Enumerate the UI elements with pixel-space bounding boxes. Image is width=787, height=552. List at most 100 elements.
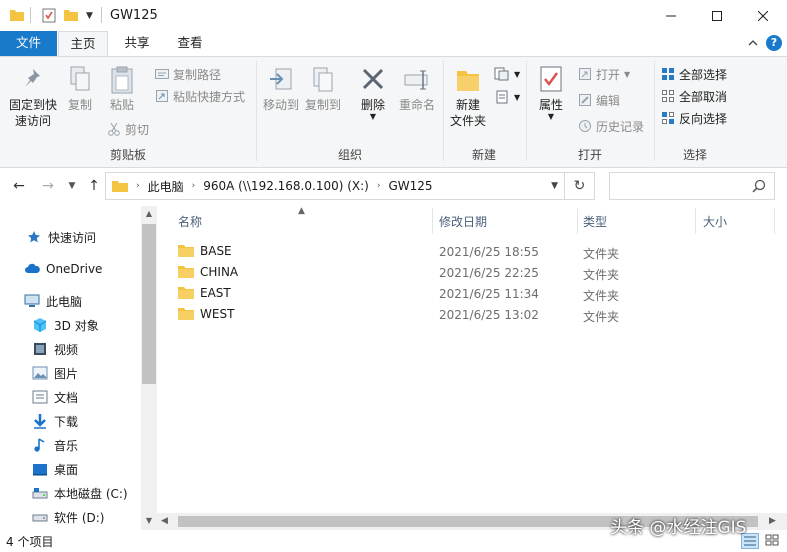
paste-label: 粘贴 xyxy=(109,98,134,112)
breadcrumb-separator-icon[interactable]: › xyxy=(136,181,140,191)
maximize-button[interactable] xyxy=(694,0,740,31)
minimize-button[interactable] xyxy=(648,0,694,31)
open-group-label: 打开 xyxy=(577,148,602,162)
back-arrow-icon[interactable]: ← xyxy=(11,178,27,194)
tab-home[interactable]: 主页 xyxy=(58,31,108,57)
tab-view[interactable]: 查看 xyxy=(165,31,215,56)
breadcrumb-this-pc[interactable]: 此电脑 xyxy=(148,178,184,195)
breadcrumb-current-folder[interactable]: GW125 xyxy=(388,179,432,193)
scroll-down-arrow-icon[interactable]: ▼ xyxy=(141,513,157,529)
picture-icon xyxy=(32,365,48,381)
download-icon xyxy=(32,413,48,429)
navigation-bar: ← → ▼ ↑ › 此电脑 › 960A (\\192.168.0.100) (… xyxy=(0,168,787,206)
delete-button[interactable]: 删除 ▼ xyxy=(355,63,391,121)
refresh-button[interactable]: ↻ xyxy=(565,172,595,200)
paste-icon xyxy=(111,66,133,94)
select-all-button[interactable]: 全部选择 xyxy=(661,65,727,83)
close-button[interactable] xyxy=(740,0,786,31)
new-item-button[interactable]: ▼ xyxy=(494,65,520,83)
breadcrumb-separator-icon[interactable]: › xyxy=(377,181,381,191)
title-bar: ▼ GW125 xyxy=(0,0,787,31)
copy-path-label: 复制路径 xyxy=(173,67,222,82)
tab-share[interactable]: 共享 xyxy=(112,31,162,56)
nav-pane-scrollbar[interactable]: ▲ ▼ xyxy=(141,206,157,530)
file-list: ▲ 名称 修改日期 类型 大小 BASE 2021/6/25 18:55 文件夹… xyxy=(157,206,787,530)
nav-item-this-pc[interactable]: 此电脑 xyxy=(24,290,82,312)
address-dropdown-chevron-icon[interactable]: ▼ xyxy=(551,181,558,191)
column-header-size[interactable]: 大小 xyxy=(697,206,777,236)
new-folder-quick-access-icon[interactable] xyxy=(64,8,78,22)
file-row[interactable]: WEST 2021/6/25 13:02 文件夹 xyxy=(172,305,632,326)
scroll-right-arrow-icon[interactable]: ▶ xyxy=(769,516,776,526)
scroll-left-arrow-icon[interactable]: ◀ xyxy=(161,516,168,526)
file-type: 文件夹 xyxy=(583,247,620,261)
address-bar[interactable]: › 此电脑 › 960A (\\192.168.0.100) (X:) › GW… xyxy=(105,172,565,200)
nav-item-local-disk-c[interactable]: 本地磁盘 (C:) xyxy=(32,482,128,504)
nav-item-videos[interactable]: 视频 xyxy=(32,338,78,360)
history-button[interactable]: 历史记录 xyxy=(578,117,644,135)
paste-shortcut-button[interactable]: 粘贴快捷方式 xyxy=(155,87,245,105)
column-header-type[interactable]: 类型 xyxy=(577,206,695,236)
delete-dropdown-icon[interactable]: ▼ xyxy=(355,113,391,121)
new-item-icon xyxy=(494,67,509,81)
file-date: 2021/6/25 11:34 xyxy=(439,287,539,301)
nav-item-label: OneDrive xyxy=(46,262,103,276)
properties-button[interactable]: 属性 ▼ xyxy=(531,63,571,121)
search-icon xyxy=(752,179,766,193)
pin-to-quick-access-button[interactable]: 固定到快 速访问 xyxy=(6,63,60,129)
up-arrow-icon[interactable]: ↑ xyxy=(86,178,102,194)
properties-dropdown-icon[interactable]: ▼ xyxy=(531,113,571,121)
file-name: CHINA xyxy=(200,265,239,279)
edit-button[interactable]: 编辑 xyxy=(578,91,620,109)
column-divider[interactable] xyxy=(774,208,775,234)
large-icons-view-button[interactable] xyxy=(764,533,782,549)
paste-button[interactable]: 粘贴 xyxy=(103,63,141,113)
rename-button[interactable]: 重命名 xyxy=(395,63,439,113)
file-row[interactable]: CHINA 2021/6/25 22:25 文件夹 xyxy=(172,263,632,284)
document-icon xyxy=(32,389,48,405)
collapse-ribbon-icon[interactable] xyxy=(747,37,759,49)
column-header-date-modified[interactable]: 修改日期 xyxy=(433,206,577,236)
file-row[interactable]: BASE 2021/6/25 18:55 文件夹 xyxy=(172,242,632,263)
pin-icon xyxy=(25,69,40,87)
nav-item-3d-objects[interactable]: 3D 对象 xyxy=(32,314,99,336)
select-none-button[interactable]: 全部取消 xyxy=(661,87,727,105)
scrollbar-thumb[interactable] xyxy=(142,224,156,384)
select-all-icon xyxy=(662,68,674,80)
tab-file[interactable]: 文件 xyxy=(0,31,57,56)
copy-to-button[interactable]: 复制到 xyxy=(303,63,343,113)
properties-icon xyxy=(540,66,562,92)
nav-item-desktop[interactable]: 桌面 xyxy=(32,458,78,480)
search-input[interactable] xyxy=(609,172,775,200)
forward-arrow-icon[interactable]: → xyxy=(40,178,56,194)
file-name: BASE xyxy=(200,244,232,258)
breadcrumb-separator-icon[interactable]: › xyxy=(192,181,196,191)
cut-button[interactable]: 剪切 xyxy=(107,120,149,138)
clipboard-group-label: 剪贴板 xyxy=(109,148,146,162)
nav-item-onedrive[interactable]: OneDrive xyxy=(24,258,102,280)
invert-selection-button[interactable]: 反向选择 xyxy=(661,109,727,127)
nav-item-software-d[interactable]: 软件 (D:) xyxy=(32,506,104,528)
nav-item-documents[interactable]: 文档 xyxy=(32,386,78,408)
column-divider[interactable] xyxy=(695,208,696,234)
nav-item-pictures[interactable]: 图片 xyxy=(32,362,78,384)
copy-path-button[interactable]: 复制路径 xyxy=(155,65,221,83)
properties-quick-access-icon[interactable] xyxy=(42,7,56,23)
open-button[interactable]: 打开 ▼ xyxy=(578,65,630,83)
folder-icon xyxy=(178,308,194,320)
move-to-button[interactable]: 移动到 xyxy=(261,63,301,113)
nav-item-downloads[interactable]: 下载 xyxy=(32,410,78,432)
new-folder-button[interactable]: 新建 文件夹 xyxy=(446,63,490,129)
column-header-name[interactable]: 名称 xyxy=(172,206,432,236)
nav-item-quick-access[interactable]: 快速访问 xyxy=(26,226,96,248)
customize-toolbar-dropdown-icon[interactable]: ▼ xyxy=(86,11,96,21)
nav-item-music[interactable]: 音乐 xyxy=(32,434,78,456)
copy-button[interactable]: 复制 xyxy=(62,63,98,113)
scroll-up-arrow-icon[interactable]: ▲ xyxy=(141,206,157,222)
easy-access-button[interactable]: ▼ xyxy=(494,88,520,106)
nav-item-label: 视频 xyxy=(54,342,79,357)
recent-locations-chevron-icon[interactable]: ▼ xyxy=(64,178,80,194)
breadcrumb-network-drive[interactable]: 960A (\\192.168.0.100) (X:) xyxy=(203,179,369,193)
file-row[interactable]: EAST 2021/6/25 11:34 文件夹 xyxy=(172,284,632,305)
help-icon[interactable]: ? xyxy=(766,35,782,51)
